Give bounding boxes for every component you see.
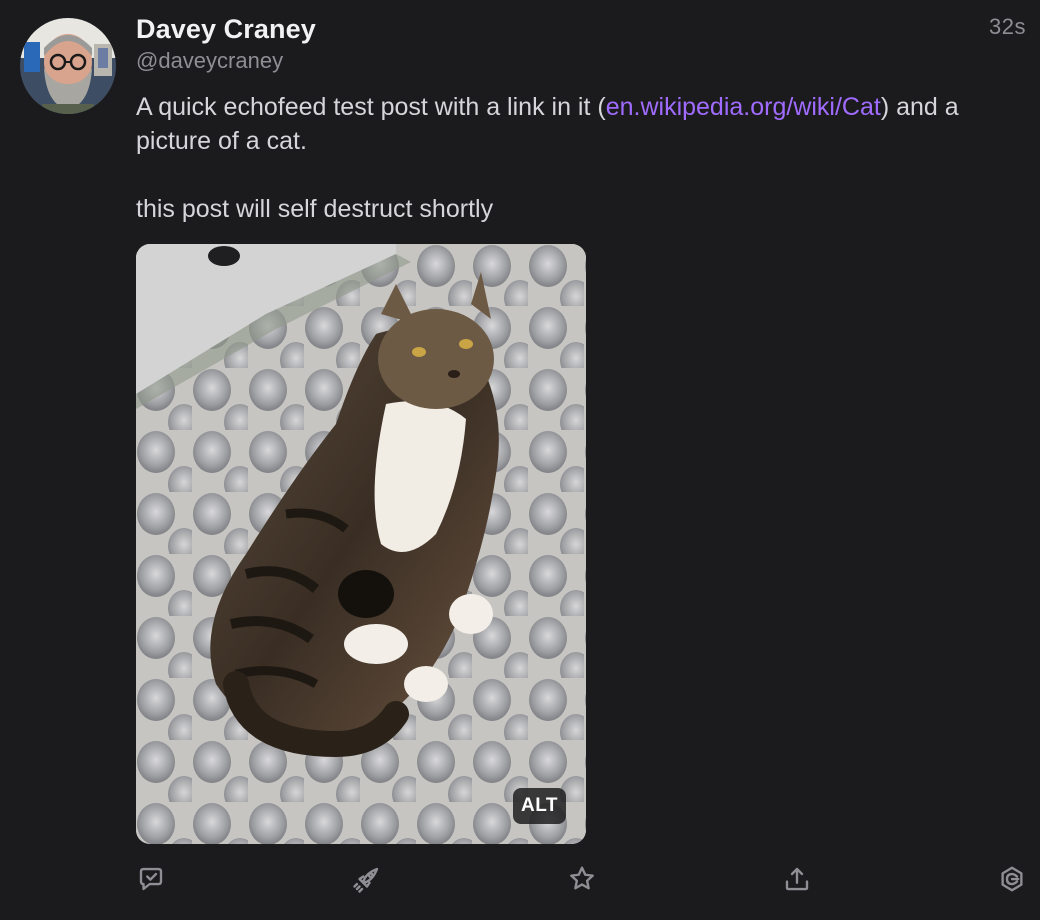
star-icon <box>570 866 594 890</box>
more-button[interactable] <box>995 862 1029 896</box>
reply-icon <box>139 867 163 891</box>
author-display-name[interactable]: Davey Craney <box>136 12 1028 46</box>
alt-badge[interactable]: ALT <box>512 788 566 824</box>
share-button[interactable] <box>780 862 814 896</box>
avatar-image <box>20 18 116 114</box>
favourite-button[interactable] <box>565 862 599 896</box>
post-content: A quick echofeed test post with a link i… <box>136 90 1016 226</box>
avatar[interactable] <box>20 18 116 114</box>
boost-button[interactable] <box>350 862 384 896</box>
author-handle[interactable]: @daveycraney <box>136 46 1028 76</box>
post-media-image[interactable]: ALT <box>136 244 586 844</box>
share-icon <box>785 867 809 891</box>
reply-button[interactable] <box>134 862 168 896</box>
post-link[interactable]: en.wikipedia.org/wiki/Cat <box>606 93 881 121</box>
cat-photo <box>136 244 586 844</box>
post-text-paragraph: A quick echofeed test post with a link i… <box>136 90 1016 158</box>
post-header: Davey Craney @daveycraney <box>136 12 1028 76</box>
post-text-paragraph-2: this post will self destruct shortly <box>136 195 494 223</box>
settings-icon <box>1001 866 1023 892</box>
post-card: Davey Craney @daveycraney 32s A quick ec… <box>0 0 1040 920</box>
rocket-icon <box>353 867 379 893</box>
post-action-bar <box>0 862 1040 902</box>
post-timestamp[interactable]: 32s <box>989 14 1026 40</box>
post-text-before-link: A quick echofeed test post with a link i… <box>136 93 606 121</box>
